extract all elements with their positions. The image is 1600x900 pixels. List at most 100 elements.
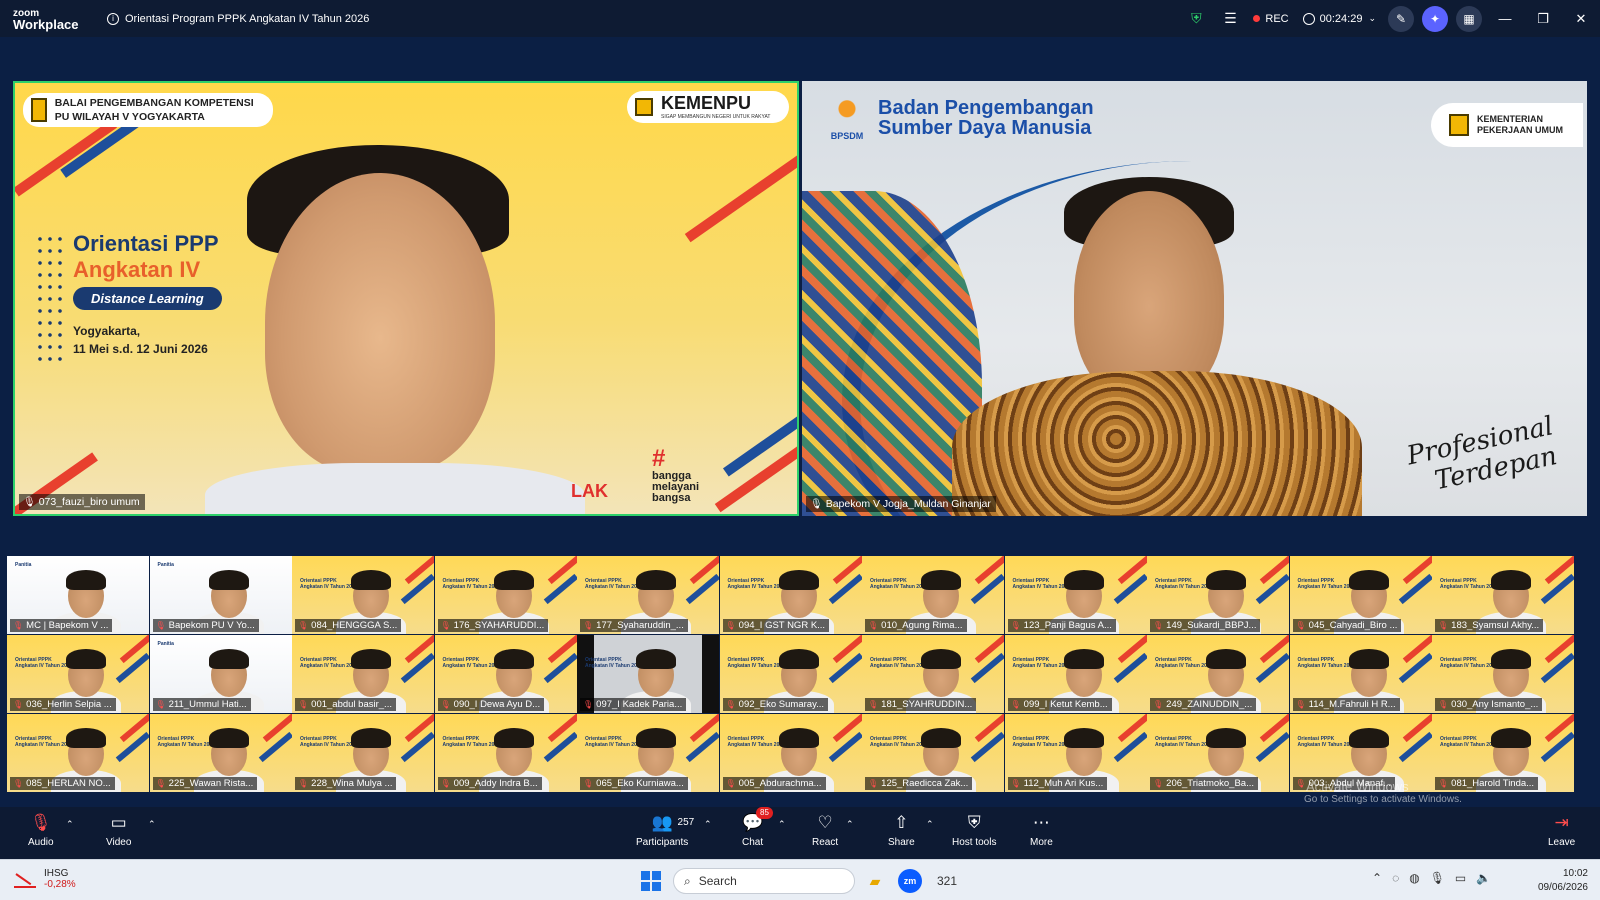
participant-tile[interactable]: Orientasi PPPK Angkatan IV Tahun 2026 🎙 090… bbox=[434, 635, 577, 713]
participant-tile[interactable]: Orientasi PPPK Angkatan IV Tahun 2026 🎙 092… bbox=[719, 635, 862, 713]
notes-icon[interactable]: ☰ bbox=[1213, 0, 1247, 37]
participant-tile[interactable]: Orientasi PPPK Angkatan IV Tahun 2026 🎙 176… bbox=[434, 556, 577, 634]
participant-tile[interactable]: Orientasi PPPK Angkatan IV Tahun 2026 🎙 030… bbox=[1432, 635, 1574, 713]
more-button[interactable]: ⋯ More bbox=[1030, 811, 1053, 848]
info-icon[interactable]: i bbox=[107, 12, 119, 25]
annotate-pen-icon[interactable]: ✎ bbox=[1388, 5, 1414, 32]
participant-tile[interactable]: Orientasi PPPK Angkatan IV Tahun 2026 🎙 249… bbox=[1147, 635, 1289, 713]
speaker-video-2[interactable]: BPSDM Badan Pengembangan Sumber Daya Man… bbox=[802, 81, 1587, 516]
participant-tile[interactable]: Orientasi PPPK Angkatan IV Tahun 2026 🎙 005… bbox=[719, 714, 862, 792]
participant-tile[interactable]: Orientasi PPPK Angkatan IV Tahun 2026 🎙 065… bbox=[577, 714, 719, 792]
view-grid-icon[interactable]: ▦ bbox=[1456, 5, 1482, 32]
participant-name-tag: 🎙 228_Wina Mulya ... bbox=[295, 777, 397, 790]
share-options-caret-icon[interactable]: ⌃ bbox=[926, 819, 934, 830]
leave-button[interactable]: ⇥ Leave bbox=[1548, 811, 1575, 848]
react-button[interactable]: ♡ React bbox=[812, 811, 838, 848]
display-icon[interactable]: ▭ bbox=[1455, 871, 1466, 885]
mic-muted-icon: 🎙 bbox=[583, 700, 594, 709]
ihsg-widget[interactable]: IHSG -0,28% bbox=[14, 868, 76, 890]
participant-hair bbox=[1206, 649, 1246, 669]
participant-name-tag: 🎙 149_Sukardi_BBPJ... bbox=[1150, 619, 1261, 632]
participant-tile[interactable]: Panitia 🎙 MC | Bapekom V ... bbox=[7, 556, 149, 634]
video-options-caret-icon[interactable]: ⌃ bbox=[148, 819, 156, 830]
tile-caption: Orientasi PPPK Angkatan IV Tahun 2026 bbox=[727, 736, 785, 748]
video-button[interactable]: ▭ Video bbox=[106, 811, 131, 848]
participants-options-caret-icon[interactable]: ⌃ bbox=[704, 819, 712, 830]
participant-tile[interactable]: Orientasi PPPK Angkatan IV Tahun 2026 🎙 114… bbox=[1289, 635, 1432, 713]
network-icon[interactable]: ◌ bbox=[1392, 871, 1399, 885]
tile-caption: Panitia bbox=[157, 641, 174, 647]
participant-tile[interactable]: Orientasi PPPK Angkatan IV Tahun 2026 🎙 001… bbox=[292, 635, 434, 713]
clock-icon bbox=[1302, 12, 1315, 25]
participant-tile[interactable]: Orientasi PPPK Angkatan IV Tahun 2026 🎙 097… bbox=[577, 635, 719, 713]
record-dot-icon bbox=[1253, 15, 1261, 22]
participant-tile[interactable]: Orientasi PPPK Angkatan IV Tahun 2026 🎙 010… bbox=[862, 556, 1004, 634]
participant-tile[interactable]: Orientasi PPPK Angkatan IV Tahun 2026 🎙 084… bbox=[292, 556, 434, 634]
participant-tile[interactable]: Orientasi PPPK Angkatan IV Tahun 2026 🎙 225… bbox=[149, 714, 292, 792]
calendar-app-icon[interactable]: 321 bbox=[934, 868, 960, 894]
participant-tile[interactable]: Orientasi PPPK Angkatan IV Tahun 2026 🎙 206… bbox=[1147, 714, 1289, 792]
windows-start-button[interactable] bbox=[641, 871, 661, 891]
participant-tile[interactable]: Orientasi PPPK Angkatan IV Tahun 2026 🎙 045… bbox=[1289, 556, 1432, 634]
participant-name-tag: 🎙 206_Triatmoko_Ba... bbox=[1150, 777, 1258, 790]
participant-tile[interactable]: Orientasi PPPK Angkatan IV Tahun 2026 🎙 036… bbox=[7, 635, 149, 713]
participant-name-tag: 🎙 177_Syaharuddin_... bbox=[580, 619, 688, 632]
windows-taskbar: IHSG -0,28% ⌕ Search ▰ zm 321 ⌃ ◌ ◍ 🎙 ▭ … bbox=[0, 859, 1600, 900]
react-options-caret-icon[interactable]: ⌃ bbox=[846, 819, 854, 830]
share-button[interactable]: ⇧ Share bbox=[888, 811, 915, 848]
participant-tile[interactable]: Orientasi PPPK Angkatan IV Tahun 2026 🎙 099… bbox=[1004, 635, 1147, 713]
tile-caption: Orientasi PPPK Angkatan IV Tahun 2026 bbox=[727, 657, 785, 669]
speaker-video-1[interactable]: BALAI PENGEMBANGAN KOMPETENSI PU WILAYAH… bbox=[13, 81, 799, 516]
participant-name-tag: 🎙 036_Herlin Selpia ... bbox=[10, 698, 116, 711]
audio-options-caret-icon[interactable]: ⌃ bbox=[66, 819, 74, 830]
meeting-info[interactable]: i Orientasi Program PPPK Angkatan IV Tah… bbox=[107, 12, 369, 25]
tile-caption: Orientasi PPPK Angkatan IV Tahun 2026 bbox=[1155, 657, 1213, 669]
participant-tile[interactable]: Orientasi PPPK Angkatan IV Tahun 2026 🎙 181… bbox=[862, 635, 1004, 713]
ai-companion-icon[interactable]: ✦ bbox=[1422, 5, 1448, 32]
participant-tile[interactable]: Panitia 🎙 Bapekom PU V Yo... bbox=[149, 556, 292, 634]
participants-button[interactable]: 👥 257 Participants bbox=[636, 811, 694, 848]
taskbar-search[interactable]: ⌕ Search bbox=[673, 868, 855, 894]
camera-icon[interactable]: ◍ bbox=[1409, 871, 1419, 885]
participant-tile[interactable]: Orientasi PPPK Angkatan IV Tahun 2026 🎙 085… bbox=[7, 714, 149, 792]
kemenpu-badge: KEMENPU SIGAP MEMBANGUN NEGERI UNTUK RAK… bbox=[627, 91, 789, 123]
security-shield-icon[interactable]: ⛨ bbox=[1179, 0, 1213, 37]
file-explorer-icon[interactable]: ▰ bbox=[862, 868, 888, 894]
tile-caption: Orientasi PPPK Angkatan IV Tahun 2026 bbox=[1297, 736, 1355, 748]
participant-hair bbox=[778, 570, 819, 590]
speaker-face bbox=[1074, 191, 1224, 401]
close-button[interactable]: ✕ bbox=[1562, 0, 1600, 37]
participant-tile[interactable]: Orientasi PPPK Angkatan IV Tahun 2026 🎙 112… bbox=[1004, 714, 1147, 792]
restore-button[interactable]: ❐ bbox=[1524, 0, 1562, 37]
recording-indicator[interactable]: REC bbox=[1253, 13, 1289, 25]
minimize-button[interactable]: — bbox=[1486, 0, 1524, 37]
participant-hair bbox=[493, 728, 534, 748]
participant-tile[interactable]: Orientasi PPPK Angkatan IV Tahun 2026 🎙 228… bbox=[292, 714, 434, 792]
host-tools-button[interactable]: ⛨ Host tools bbox=[952, 811, 996, 848]
zoom-app-icon[interactable]: zm bbox=[898, 869, 922, 893]
chevron-up-icon[interactable]: ⌃ bbox=[1372, 871, 1382, 885]
audio-button[interactable]: 🎙 Audio bbox=[28, 811, 54, 848]
participant-tile[interactable]: Orientasi PPPK Angkatan IV Tahun 2026 🎙 183… bbox=[1432, 556, 1574, 634]
mic-muted-icon: 🎙 bbox=[725, 700, 736, 709]
participant-tile[interactable]: Orientasi PPPK Angkatan IV Tahun 2026 🎙 094… bbox=[719, 556, 862, 634]
taskbar-clock[interactable]: 10:02 09/06/2026 bbox=[1538, 867, 1588, 895]
meeting-timer[interactable]: 00:24:29 ⌄ bbox=[1302, 12, 1376, 25]
participant-hair bbox=[351, 570, 391, 590]
tile-caption: Orientasi PPPK Angkatan IV Tahun 2026 bbox=[1440, 578, 1498, 590]
chat-options-caret-icon[interactable]: ⌃ bbox=[778, 819, 786, 830]
participant-tile[interactable]: Panitia 🎙 211_Ummul Hati... bbox=[149, 635, 292, 713]
participant-tile[interactable]: Orientasi PPPK Angkatan IV Tahun 2026 🎙 125… bbox=[862, 714, 1004, 792]
start-tile bbox=[641, 871, 650, 880]
participant-hair bbox=[1491, 570, 1531, 590]
participant-name-tag: 🎙 085_HERLAN NO... bbox=[10, 777, 115, 790]
participant-tile[interactable]: Orientasi PPPK Angkatan IV Tahun 2026 🎙 123… bbox=[1004, 556, 1147, 634]
participant-tile[interactable]: Orientasi PPPK Angkatan IV Tahun 2026 🎙 177… bbox=[577, 556, 719, 634]
microphone-icon[interactable]: 🎙 bbox=[1430, 871, 1445, 885]
participant-tile[interactable]: Orientasi PPPK Angkatan IV Tahun 2026 🎙 009… bbox=[434, 714, 577, 792]
participant-tile[interactable]: Orientasi PPPK Angkatan IV Tahun 2026 🎙 149… bbox=[1147, 556, 1289, 634]
participant-hair bbox=[351, 649, 391, 669]
chat-button[interactable]: 💬 85 Chat bbox=[742, 807, 773, 848]
volume-icon[interactable]: 🔈 bbox=[1476, 871, 1491, 885]
mic-muted-icon: 🎙 bbox=[583, 779, 594, 788]
